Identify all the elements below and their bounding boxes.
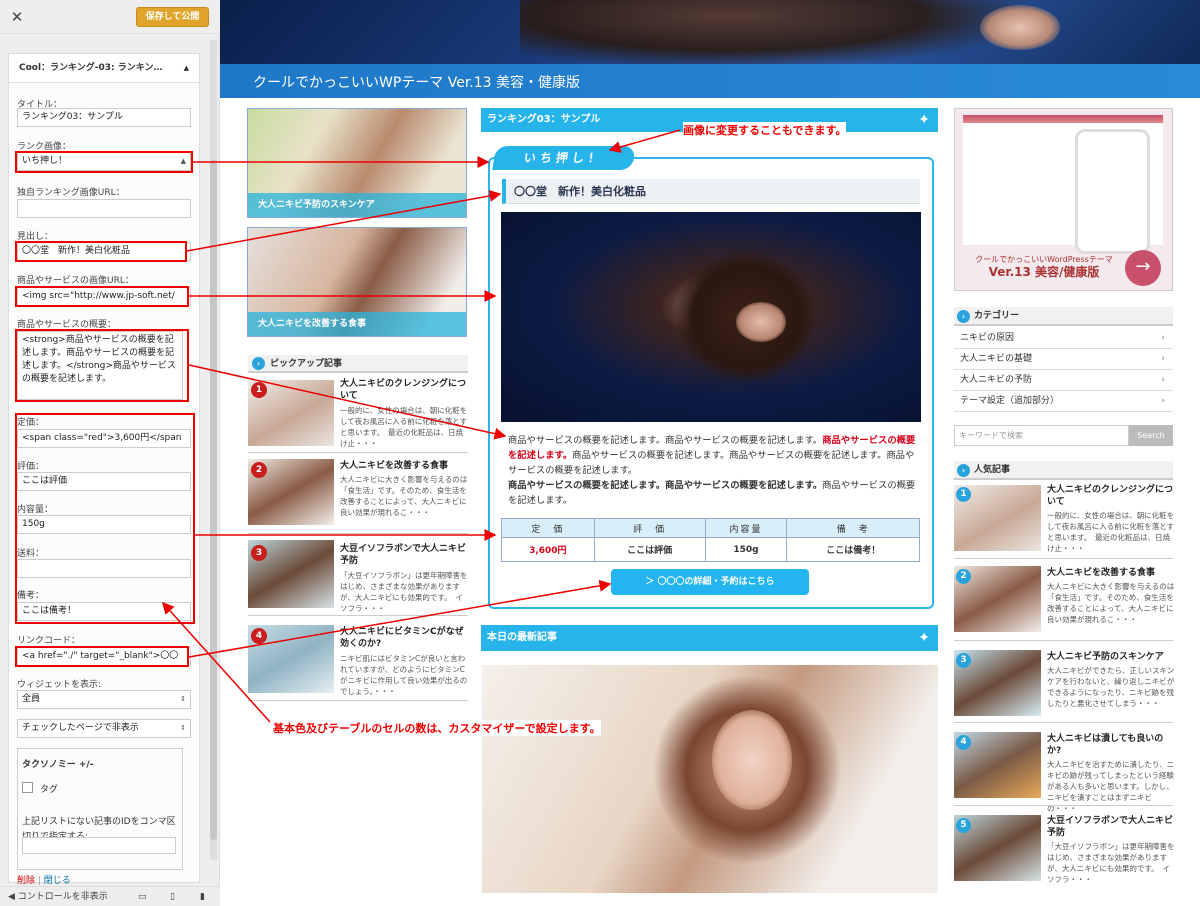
screen: ✕ 保存して公開 Cool：ランキング-03: ランキン… ▲ タイトル： ラン… xyxy=(0,0,1200,906)
arrow-link xyxy=(188,579,612,658)
arrow-summary xyxy=(188,364,507,440)
annotation-customizer: 基本色及びテーブルのセルの数は、カスタマイザーで設定します。 xyxy=(273,720,601,736)
arrow-customizer-note xyxy=(161,601,271,723)
annotation-arrows xyxy=(161,129,681,723)
arrow-heading xyxy=(186,189,502,252)
arrow-image-note xyxy=(608,129,681,153)
annotation-image-change: 画像に変更することもできます。 xyxy=(683,122,847,138)
